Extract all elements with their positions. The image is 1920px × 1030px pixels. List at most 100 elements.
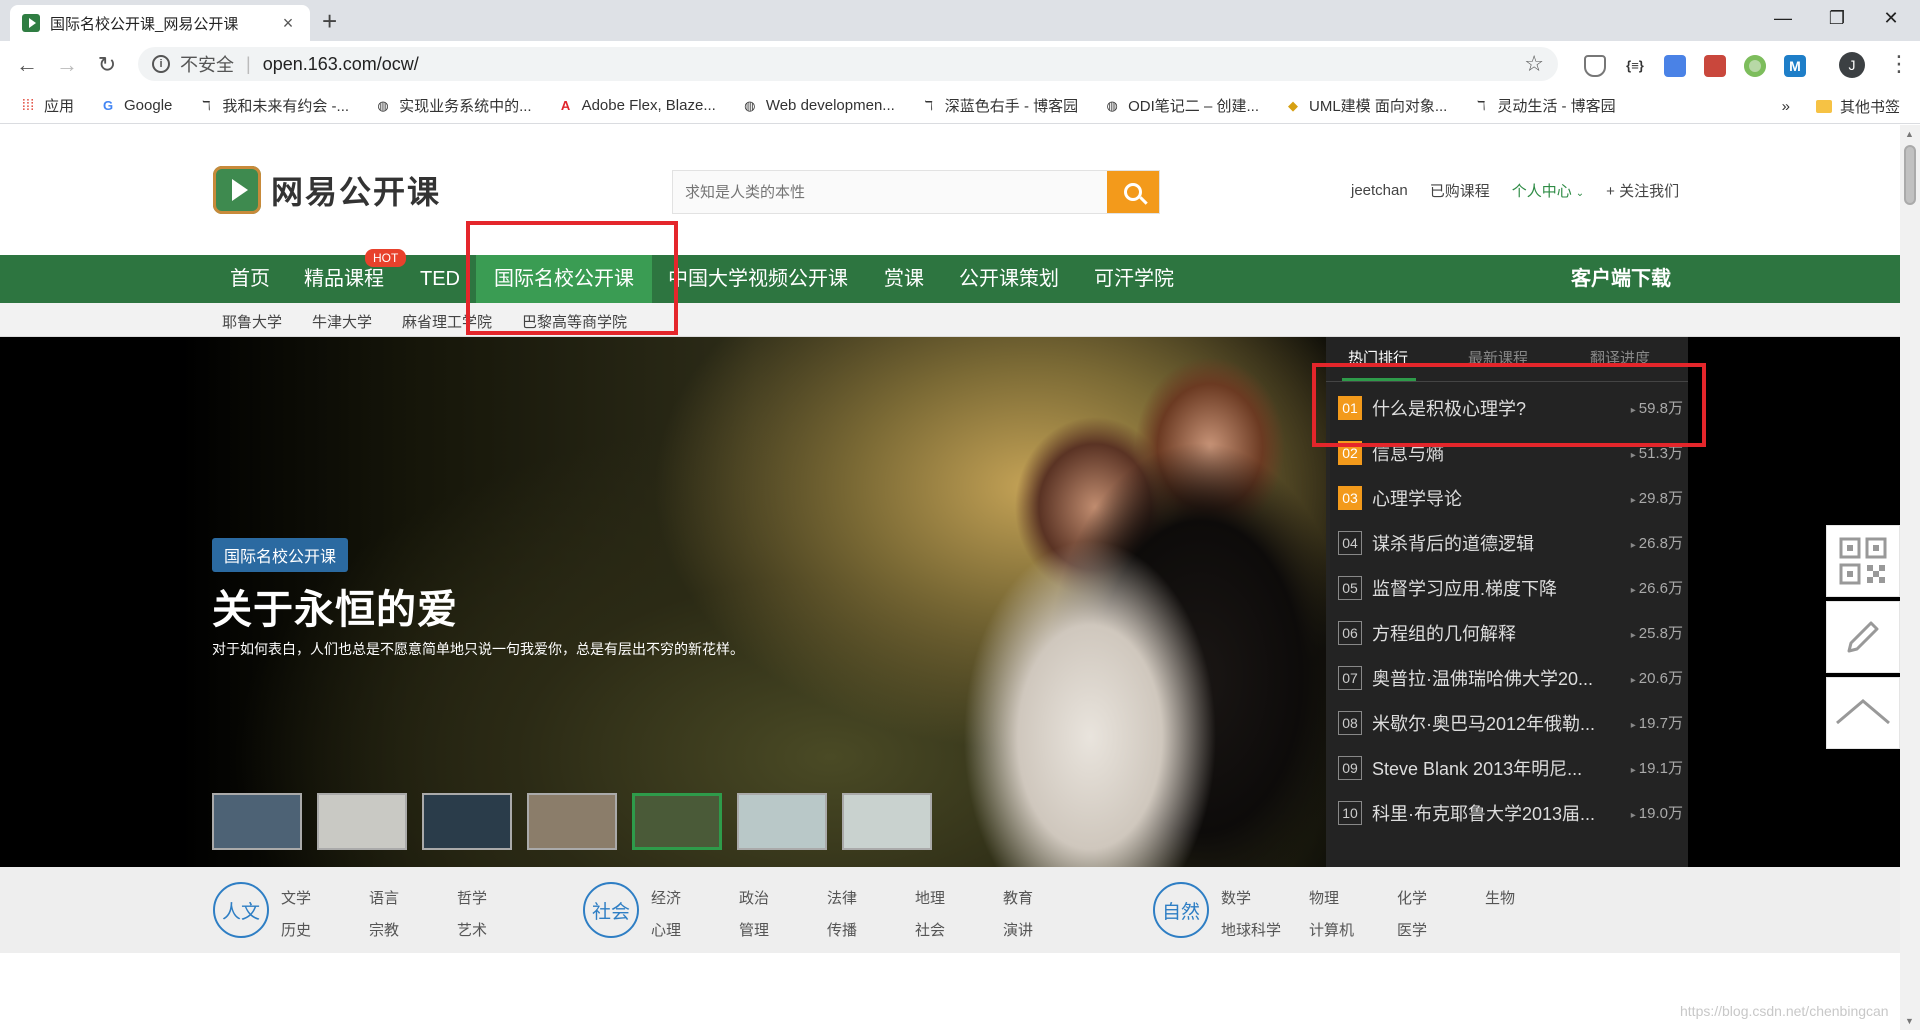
bookmark-star-icon[interactable]: ☆	[1524, 51, 1544, 77]
subnav-oxford[interactable]: 牛津大学	[312, 311, 372, 332]
ranking-item[interactable]: 05 监督学习应用.梯度下降 26.6万	[1338, 565, 1683, 610]
address-bar[interactable]: i 不安全 | open.163.com/ocw/ ☆	[138, 47, 1558, 81]
nav-china-university-courses[interactable]: 中国大学视频公开课	[650, 255, 866, 303]
tab-close-icon[interactable]: ×	[278, 13, 298, 34]
scrollbar-thumb[interactable]	[1904, 145, 1916, 205]
category-link[interactable]: 宗教	[369, 919, 399, 940]
url-text[interactable]: open.163.com/ocw/	[263, 54, 419, 75]
bookmark-item[interactable]: ℸ 深蓝色右手 - 博客园	[921, 95, 1079, 116]
category-link[interactable]: 地球科学	[1221, 919, 1281, 940]
search-input[interactable]	[673, 171, 1107, 213]
ranking-item[interactable]: 10 科里·布克耶鲁大学2013届... 19.0万	[1338, 790, 1683, 835]
ranking-item[interactable]: 07 奥普拉·温佛瑞哈佛大学20... 20.6万	[1338, 655, 1683, 700]
category-link[interactable]: 哲学	[457, 887, 487, 908]
minimize-button[interactable]: —	[1756, 0, 1810, 36]
page-scrollbar[interactable]: ▲ ▼	[1900, 125, 1920, 1030]
ranking-item[interactable]: 08 米歇尔·奥巴马2012年俄勒... 19.7万	[1338, 700, 1683, 745]
category-link[interactable]: 文学	[281, 887, 311, 908]
hero-thumbnail[interactable]	[212, 793, 302, 850]
pdf-extension-icon[interactable]	[1704, 55, 1726, 77]
category-link[interactable]: 地理	[915, 887, 945, 908]
scroll-down-icon[interactable]: ▼	[1905, 1016, 1914, 1026]
category-link[interactable]: 社会	[915, 919, 945, 940]
feedback-button[interactable]	[1826, 601, 1900, 673]
green-extension-icon[interactable]	[1744, 55, 1766, 77]
category-circle[interactable]: 社会	[583, 882, 639, 938]
bookmark-item[interactable]: ℸ 我和未来有约会 -...	[198, 95, 349, 116]
category-link[interactable]: 化学	[1397, 887, 1427, 908]
scroll-up-icon[interactable]: ▲	[1905, 129, 1914, 139]
hero-thumbnail[interactable]	[737, 793, 827, 850]
category-link[interactable]: 语言	[369, 887, 399, 908]
personal-center-link[interactable]: 个人中心 ⌄	[1512, 180, 1584, 201]
nav-home[interactable]: 首页	[212, 255, 288, 303]
category-circle[interactable]: 人文	[213, 882, 269, 938]
ranking-item[interactable]: 09 Steve Blank 2013年明尼... 19.1万	[1338, 745, 1683, 790]
subnav-yale[interactable]: 耶鲁大学	[222, 311, 282, 332]
category-circle[interactable]: 自然	[1153, 882, 1209, 938]
category-link[interactable]: 传播	[827, 919, 857, 940]
site-logo[interactable]: 网易公开课	[213, 166, 441, 214]
info-icon[interactable]: i	[152, 55, 170, 73]
profile-avatar[interactable]: J	[1839, 52, 1865, 78]
close-window-button[interactable]: ✕	[1864, 0, 1918, 36]
bookmark-item[interactable]: ℸ 灵动生活 - 博客园	[1473, 95, 1616, 116]
chrome-menu-icon[interactable]: ⋮	[1888, 51, 1910, 77]
nav-khan-academy[interactable]: 可汗学院	[1076, 255, 1192, 303]
ranking-item[interactable]: 04 谋杀背后的道德逻辑 26.8万	[1338, 520, 1683, 565]
bookmark-item[interactable]: ◆ UML建模 面向对象...	[1285, 95, 1447, 116]
category-link[interactable]: 教育	[1003, 887, 1033, 908]
category-link[interactable]: 经济	[651, 887, 681, 908]
category-link[interactable]: 计算机	[1309, 919, 1354, 940]
category-link[interactable]: 管理	[739, 919, 769, 940]
other-bookmarks[interactable]: 其他书签	[1840, 96, 1900, 117]
category-link[interactable]: 数学	[1221, 887, 1251, 908]
ranking-item[interactable]: 06 方程组的几何解释 25.8万	[1338, 610, 1683, 655]
browser-tab[interactable]: 国际名校公开课_网易公开课 ×	[10, 5, 310, 41]
hero-thumbnail[interactable]	[632, 793, 722, 850]
hero-thumbnail[interactable]	[317, 793, 407, 850]
new-tab-button[interactable]: +	[322, 6, 337, 37]
username-link[interactable]: jeetchan	[1351, 182, 1408, 199]
category-link[interactable]: 心理	[651, 919, 681, 940]
hero-thumbnail[interactable]	[422, 793, 512, 850]
forward-arrow-icon[interactable]: →	[52, 50, 82, 80]
category-link[interactable]: 医学	[1397, 919, 1427, 940]
m-extension-icon[interactable]: M	[1784, 55, 1806, 77]
nav-course-planning[interactable]: 公开课策划	[941, 255, 1077, 303]
json-extension-icon[interactable]: {≡}	[1624, 55, 1646, 77]
hero-thumbnail[interactable]	[527, 793, 617, 850]
bookmark-apps[interactable]: ⁞⁞⁞ 应用	[20, 95, 74, 116]
reload-icon[interactable]: ↻	[92, 50, 122, 80]
translate-extension-icon[interactable]	[1664, 55, 1686, 77]
category-link[interactable]: 历史	[281, 919, 311, 940]
ranking-item[interactable]: 03 心理学导论 29.8万	[1338, 475, 1683, 520]
bookmark-item[interactable]: A Adobe Flex, Blaze...	[558, 97, 716, 114]
chevron-down-icon: ⌄	[1575, 188, 1585, 199]
bookmark-item[interactable]: ◍ ODI笔记二 – 创建...	[1104, 95, 1259, 116]
category-link[interactable]: 艺术	[457, 919, 487, 940]
hero-thumbnail[interactable]	[842, 793, 932, 850]
back-arrow-icon[interactable]: ←	[12, 50, 42, 80]
category-link[interactable]: 物理	[1309, 887, 1339, 908]
bookmark-item[interactable]: ◍ Web developmen...	[742, 97, 895, 114]
more-bookmarks-button[interactable]: »	[1782, 98, 1790, 115]
purchased-courses-link[interactable]: 已购课程	[1430, 180, 1490, 201]
bookmark-item[interactable]: ◍ 实现业务系统中的...	[375, 95, 531, 116]
hero-category-tag[interactable]: 国际名校公开课	[212, 538, 349, 572]
category-link[interactable]: 法律	[827, 887, 857, 908]
follow-us-link[interactable]: + 关注我们	[1606, 180, 1679, 201]
qr-code-button[interactable]	[1826, 525, 1900, 597]
hero-title[interactable]: 关于永恒的爱	[212, 577, 458, 635]
category-link[interactable]: 政治	[739, 887, 769, 908]
shield-extension-icon[interactable]	[1584, 55, 1606, 77]
bookmark-google[interactable]: G Google	[100, 97, 172, 114]
client-download-link[interactable]: 客户端下载	[1553, 255, 1689, 303]
category-link[interactable]: 演讲	[1003, 919, 1033, 940]
globe-icon: ◍	[744, 97, 756, 113]
category-link[interactable]: 生物	[1485, 887, 1515, 908]
nav-shangke[interactable]: 赏课	[866, 255, 942, 303]
back-to-top-button[interactable]	[1826, 677, 1900, 749]
search-button[interactable]	[1107, 171, 1159, 213]
restore-button[interactable]: ❐	[1810, 0, 1864, 36]
